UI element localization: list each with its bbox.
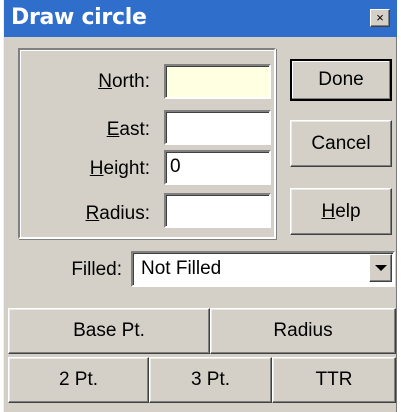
filled-select[interactable]: Not Filled <box>131 251 395 287</box>
base-pt-button[interactable]: Base Pt. <box>8 308 210 354</box>
east-field[interactable] <box>164 110 271 145</box>
help-button[interactable]: Help <box>290 188 392 235</box>
filled-selected-value: Not Filled <box>141 258 222 279</box>
radius-button[interactable]: Radius <box>210 308 396 354</box>
done-button[interactable]: Done <box>290 59 392 101</box>
radius-label: Radius: <box>85 203 150 224</box>
three-pt-button[interactable]: 3 Pt. <box>149 357 272 403</box>
north-field[interactable] <box>164 64 271 99</box>
close-button[interactable]: × <box>370 9 390 27</box>
east-label: East: <box>106 119 150 140</box>
height-label: Height: <box>89 158 150 179</box>
cancel-button[interactable]: Cancel <box>290 120 392 167</box>
close-icon: × <box>376 10 384 25</box>
radius-field[interactable] <box>164 193 271 228</box>
title-bar[interactable]: Draw circle × <box>4 0 397 37</box>
north-label: North: <box>98 71 150 92</box>
two-pt-button[interactable]: 2 Pt. <box>8 357 149 403</box>
chevron-down-icon <box>374 265 387 271</box>
window-title: Draw circle <box>11 5 147 30</box>
dropdown-button[interactable] <box>369 254 392 282</box>
filled-label: Filled: <box>71 259 122 280</box>
ttr-button[interactable]: TTR <box>272 357 396 403</box>
height-field[interactable]: 0 <box>164 150 271 185</box>
draw-circle-dialog: Draw circle × North: East: Height: 0 Rad… <box>3 0 397 412</box>
